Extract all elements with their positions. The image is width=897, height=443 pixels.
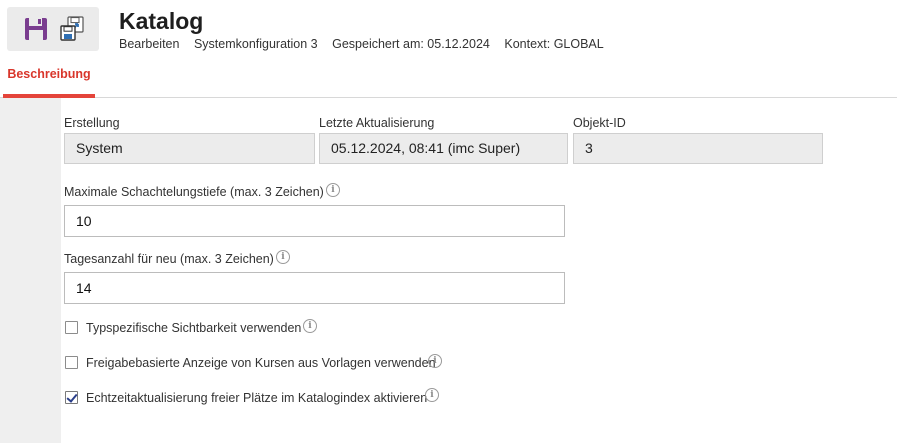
toolbar (7, 7, 99, 51)
aktualisierung-field: 05.12.2024, 08:41 (imc Super) (319, 133, 568, 164)
meta-mode: Bearbeiten (119, 37, 180, 51)
tab-bar: Beschreibung (0, 60, 897, 98)
info-icon[interactable]: i (276, 250, 290, 264)
tagesanzahl-label: Tagesanzahl für neu (max. 3 Zeichen) (64, 252, 274, 266)
floppy-disk-icon (25, 18, 47, 40)
info-icon[interactable]: i (425, 388, 439, 402)
checkbox-label: Freigabebasierte Anzeige von Kursen aus … (86, 356, 436, 370)
save-as-icon (60, 16, 84, 41)
page-title: Katalog (119, 8, 204, 34)
max-tiefe-input[interactable]: 10 (64, 205, 565, 237)
info-icon[interactable]: i (303, 319, 317, 333)
checkbox-checked[interactable] (65, 391, 78, 404)
page: Katalog Bearbeiten Systemkonfiguration 3… (0, 0, 897, 443)
checkbox[interactable] (65, 321, 78, 334)
checkbox[interactable] (65, 356, 78, 369)
tagesanzahl-input[interactable]: 14 (64, 272, 565, 304)
checkbox-label: Typspezifische Sichtbarkeit verwenden (86, 321, 302, 335)
max-tiefe-label: Maximale Schachtelungstiefe (max. 3 Zeic… (64, 185, 324, 199)
info-icon[interactable]: i (326, 183, 340, 197)
meta-context: Kontext: GLOBAL (504, 37, 604, 51)
info-icon[interactable]: i (428, 354, 442, 368)
objekt-id-field: 3 (573, 133, 823, 164)
meta-saved: Gespeichert am: 05.12.2024 (332, 37, 490, 51)
save-button[interactable] (23, 16, 49, 42)
aktualisierung-label: Letzte Aktualisierung (319, 116, 435, 130)
save-as-button[interactable] (59, 16, 85, 42)
tab-beschreibung[interactable]: Beschreibung (3, 60, 95, 98)
erstellung-label: Erstellung (64, 116, 120, 130)
page-meta: Bearbeiten Systemkonfiguration 3 Gespeic… (119, 37, 615, 51)
objekt-id-label: Objekt-ID (573, 116, 626, 130)
checkbox-label: Echtzeitaktualisierung freier Plätze im … (86, 391, 428, 405)
erstellung-field: System (64, 133, 315, 164)
left-gutter (0, 98, 61, 443)
meta-config: Systemkonfiguration 3 (193, 37, 318, 51)
